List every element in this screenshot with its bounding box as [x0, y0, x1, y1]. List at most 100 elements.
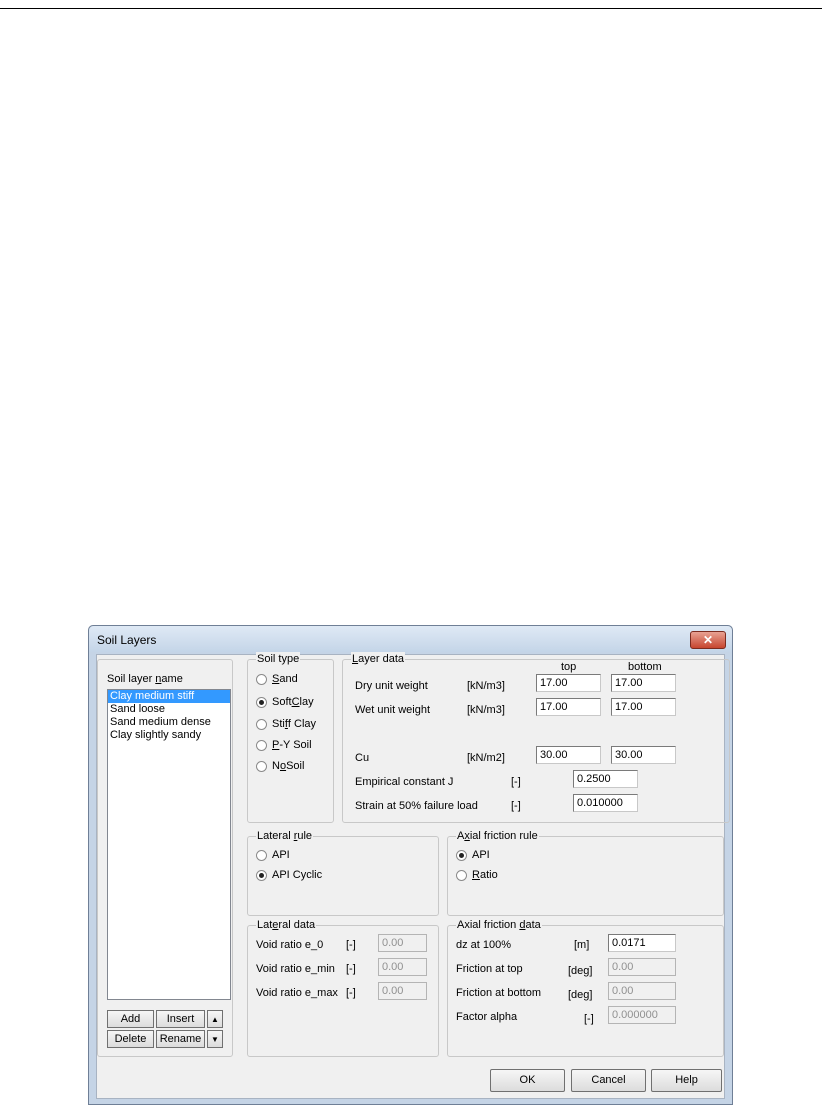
lateral-rule-group: Lateral rule API API Cyclic: [247, 829, 439, 916]
wet-unit-weight-unit: [kN/m3]: [467, 704, 505, 716]
dry-unit-weight-top-input[interactable]: 17.00: [536, 674, 601, 692]
radio-label: lay: [299, 696, 314, 708]
layer-data-title: Layer data: [351, 652, 405, 666]
axial-friction-rule-group: Axial friction rule API Ratio: [447, 829, 724, 916]
delete-button[interactable]: Delete: [107, 1030, 154, 1048]
cu-label: Cu: [355, 752, 370, 764]
layer-data-title-text: ayer data: [358, 653, 404, 665]
empirical-constant-j-input[interactable]: 0.2500: [573, 770, 638, 788]
strain-50-unit: [-]: [511, 800, 521, 812]
help-button[interactable]: Help: [651, 1069, 722, 1092]
factor-alpha-label: Factor alpha: [456, 1011, 518, 1023]
page-top-rule: [0, 8, 822, 9]
strain-50-label: Strain at 50% failure load: [355, 800, 478, 812]
radio-indicator: [256, 673, 267, 685]
radio-label: API Cyclic: [272, 869, 323, 881]
axial-friction-data-title-text: Axial friction: [457, 919, 520, 931]
insert-button[interactable]: Insert: [156, 1010, 205, 1028]
move-up-button[interactable]: ▲: [207, 1010, 223, 1028]
radio-indicator: [256, 869, 267, 881]
radio-label-key: P: [272, 739, 280, 751]
void-ratio-emin-input[interactable]: 0.00: [378, 958, 427, 976]
list-item[interactable]: Sand medium dense: [108, 716, 230, 729]
layer-data-group: Layer data top bottom Dry unit weight [k…: [342, 652, 730, 823]
void-ratio-emin-label: Void ratio e_min: [256, 963, 335, 975]
soil-type-sand-radio[interactable]: Sand: [256, 673, 298, 685]
ok-button[interactable]: OK: [490, 1069, 565, 1092]
soil-layers-dialog: Soil Layers ✕ Soil layer name Clay mediu…: [88, 625, 733, 1105]
soil-layer-label-text: Soil layer: [107, 673, 156, 685]
cu-top-input[interactable]: 30.00: [536, 746, 601, 764]
close-button[interactable]: ✕: [690, 631, 726, 649]
radio-label: API: [472, 849, 490, 861]
column-top-label: top: [561, 661, 577, 673]
list-item[interactable]: Clay medium stiff: [108, 690, 230, 703]
friction-bottom-input[interactable]: 0.00: [608, 982, 676, 1000]
soil-type-stiff-clay-radio[interactable]: Sti f f Clay: [256, 718, 316, 730]
soil-type-py-soil-radio[interactable]: P -Y Soil: [256, 739, 312, 751]
friction-bottom-unit: [deg]: [568, 989, 593, 1001]
radio-indicator: [256, 739, 267, 751]
void-ratio-emax-unit: [-]: [346, 987, 356, 999]
radio-indicator: [456, 869, 467, 881]
dz-100-input[interactable]: 0.0171: [608, 934, 676, 952]
radio-label-key: C: [291, 696, 300, 708]
column-bottom-label: bottom: [628, 661, 662, 673]
axial-rule-ratio-radio[interactable]: Ratio: [456, 869, 498, 881]
list-item[interactable]: Clay slightly sandy: [108, 729, 230, 742]
radio-indicator: [256, 718, 267, 730]
close-icon: ✕: [702, 633, 714, 647]
radio-label-key: S: [272, 673, 280, 685]
window-title: Soil Layers: [97, 633, 157, 647]
soil-layer-label-text-end: ame: [161, 673, 183, 685]
rename-button[interactable]: Rename: [156, 1030, 205, 1048]
arrow-up-icon: ▲: [211, 1015, 219, 1024]
void-ratio-e0-unit: [-]: [346, 939, 356, 951]
radio-label: Soft: [272, 696, 292, 708]
lateral-data-title-text-end: ral data: [278, 919, 316, 931]
add-button[interactable]: Add: [107, 1010, 154, 1028]
radio-label: Sti: [272, 718, 285, 730]
dialog-client-area: Soil layer name Clay medium stiff Sand l…: [96, 652, 730, 1099]
radio-indicator: [456, 849, 467, 861]
axial-rule-api-radio[interactable]: API: [456, 849, 490, 861]
radio-label: -Y Soil: [279, 739, 312, 751]
radio-label: atio: [479, 869, 498, 881]
radio-label: API: [272, 849, 290, 861]
list-item[interactable]: Sand loose: [108, 703, 230, 716]
factor-alpha-input[interactable]: 0.000000: [608, 1006, 676, 1024]
void-ratio-emax-input[interactable]: 0.00: [378, 982, 427, 1000]
radio-label-key: R: [472, 869, 480, 881]
dry-unit-weight-label: Dry unit weight: [355, 680, 428, 692]
lateral-data-group: Lateral data Void ratio e_0 [-] 0.00 Voi…: [247, 918, 439, 1057]
soil-type-no-soil-radio[interactable]: No Soil: [256, 760, 304, 772]
void-ratio-emin-unit: [-]: [346, 963, 356, 975]
void-ratio-e0-input[interactable]: 0.00: [378, 934, 427, 952]
wet-unit-weight-bottom-input[interactable]: 17.00: [611, 698, 676, 716]
soil-layer-panel: Soil layer name Clay medium stiff Sand l…: [97, 659, 233, 1057]
dry-unit-weight-bottom-input[interactable]: 17.00: [611, 674, 676, 692]
dz-100-label: dz at 100%: [456, 939, 512, 951]
axial-friction-data-title-text-end: ata: [525, 919, 541, 931]
lateral-data-title-text: Lat: [257, 919, 273, 931]
radio-label: and: [279, 673, 298, 685]
title-bar: Soil Layers ✕: [89, 626, 732, 652]
soil-layer-list[interactable]: Clay medium stiff Sand loose Sand medium…: [107, 689, 231, 1000]
move-down-button[interactable]: ▼: [207, 1030, 223, 1048]
dry-unit-weight-unit: [kN/m3]: [467, 680, 505, 692]
cancel-button[interactable]: Cancel: [571, 1069, 646, 1092]
wet-unit-weight-top-input[interactable]: 17.00: [536, 698, 601, 716]
empirical-constant-j-unit: [-]: [511, 776, 521, 788]
friction-top-input[interactable]: 0.00: [608, 958, 676, 976]
axial-friction-rule-title: Axial friction rule: [456, 829, 539, 843]
lateral-rule-api-cyclic-radio[interactable]: API Cyclic: [256, 869, 322, 881]
lateral-rule-api-radio[interactable]: API: [256, 849, 290, 861]
lateral-data-title: Lateral data: [256, 918, 317, 932]
dz-100-unit: [m]: [574, 939, 590, 951]
cu-unit: [kN/m2]: [467, 752, 505, 764]
strain-50-input[interactable]: 0.010000: [573, 794, 638, 812]
lateral-rule-title-text: Lateral: [257, 830, 294, 842]
soil-type-soft-clay-radio[interactable]: Soft Clay: [256, 696, 314, 708]
axial-friction-rule-title-text-end: ial friction rule: [469, 830, 538, 842]
cu-bottom-input[interactable]: 30.00: [611, 746, 676, 764]
